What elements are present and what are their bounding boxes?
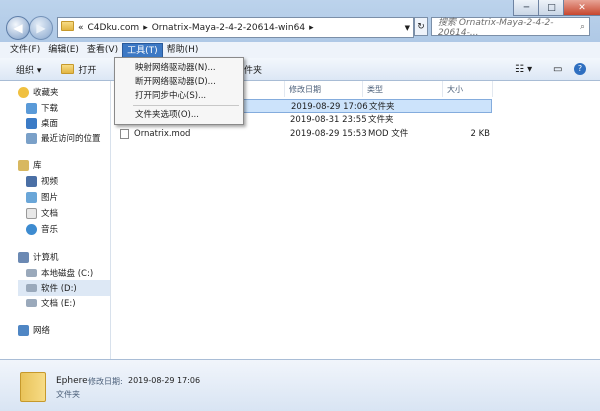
menu-separator bbox=[133, 105, 239, 106]
library-icon bbox=[18, 159, 29, 171]
menu-file[interactable]: 文件(F) bbox=[6, 43, 44, 58]
details-modified-label: 修改日期: bbox=[88, 377, 123, 386]
tools-dropdown-menu: 映射网络驱动器(N)... 断开网络驱动器(D)... 打开同步中心(S)...… bbox=[114, 57, 244, 125]
menu-bar: 文件(F) 编辑(E) 查看(V) 工具(T) 帮助(H) bbox=[0, 42, 600, 58]
menu-help[interactable]: 帮助(H) bbox=[163, 43, 203, 58]
nav-network[interactable]: 网络 bbox=[18, 322, 50, 338]
command-bar: 组织 ▾ 打开 包 件夹 ☷ ▾ ▭ ? bbox=[0, 58, 600, 81]
menu-view[interactable]: 查看(V) bbox=[83, 43, 122, 58]
help-icon[interactable]: ? bbox=[574, 63, 586, 75]
menu-item-folder-options[interactable]: 文件夹选项(O)... bbox=[135, 108, 199, 122]
forward-button[interactable]: ▶ bbox=[29, 16, 53, 40]
document-icon bbox=[26, 207, 37, 219]
refresh-button[interactable]: ↻ bbox=[414, 17, 428, 36]
address-segment-ornatrix[interactable]: Ornatrix-Maya-2-4-2-20614-win64 bbox=[152, 23, 305, 33]
forward-arrow-icon: ▶ bbox=[36, 21, 46, 35]
column-header-date[interactable]: 修改日期 bbox=[285, 81, 363, 97]
preview-pane-icon[interactable]: ▭ bbox=[553, 64, 562, 75]
organize-button[interactable]: 组织 ▾ bbox=[16, 63, 41, 76]
open-icon bbox=[61, 64, 75, 74]
nav-favorites[interactable]: 收藏夹 bbox=[18, 84, 59, 100]
refresh-icon: ↻ bbox=[417, 21, 425, 32]
drive-icon bbox=[26, 284, 37, 292]
nav-libraries[interactable]: 库 bbox=[18, 157, 42, 173]
nav-computer[interactable]: 计算机 bbox=[18, 249, 59, 265]
address-separator[interactable]: ▸ bbox=[309, 23, 314, 33]
large-folder-icon bbox=[20, 372, 46, 402]
network-icon bbox=[18, 324, 29, 336]
video-icon bbox=[26, 175, 37, 187]
address-separator[interactable]: ▸ bbox=[143, 23, 148, 33]
file-type: 文件夹 bbox=[369, 102, 395, 112]
music-icon bbox=[26, 223, 37, 235]
download-icon bbox=[26, 102, 37, 114]
file-row[interactable]: Ornatrix.mod 2019-08-29 15:53 MOD 文件 2 K… bbox=[114, 127, 492, 141]
file-size: 2 KB bbox=[470, 129, 490, 139]
details-pane: Ephere 修改日期: 2019-08-29 17:06 文件夹 bbox=[0, 359, 600, 411]
nav-desktop[interactable]: 桌面 bbox=[26, 115, 58, 131]
nav-drive-e[interactable]: 文档 (E:) bbox=[26, 295, 76, 311]
file-type: MOD 文件 bbox=[368, 129, 409, 139]
nav-documents[interactable]: 文档 bbox=[26, 205, 58, 221]
address-chevrons[interactable]: « bbox=[78, 23, 84, 33]
close-button[interactable]: ✕ bbox=[563, 0, 600, 16]
file-name: Ornatrix.mod bbox=[134, 129, 191, 139]
desktop-icon bbox=[26, 117, 37, 129]
search-placeholder: 搜索 Ornatrix-Maya-2-4-2-20614-... bbox=[438, 18, 554, 38]
computer-icon bbox=[18, 251, 29, 263]
view-options-icon[interactable]: ☷ ▾ bbox=[515, 64, 532, 75]
address-bar[interactable]: « C4Dku.com ▸ Ornatrix-Maya-2-4-2-20614-… bbox=[57, 17, 414, 38]
star-icon bbox=[18, 86, 29, 98]
address-dropdown-icon[interactable]: ▼ bbox=[405, 24, 410, 32]
file-date: 2019-08-31 23:55 bbox=[290, 115, 367, 125]
open-label: 打开 bbox=[78, 65, 97, 76]
nav-drive-d[interactable]: 软件 (D:) bbox=[18, 280, 110, 296]
details-name: Ephere bbox=[56, 376, 88, 386]
minimize-button[interactable]: ─ bbox=[513, 0, 540, 16]
nav-downloads[interactable]: 下载 bbox=[26, 100, 58, 116]
details-modified-value: 2019-08-29 17:06 bbox=[128, 376, 201, 385]
drive-icon bbox=[26, 269, 37, 277]
nav-music[interactable]: 音乐 bbox=[26, 221, 58, 237]
file-icon bbox=[120, 129, 129, 139]
menu-item-map-network-drive[interactable]: 映射网络驱动器(N)... bbox=[135, 61, 216, 75]
explorer-window: ─ □ ✕ ◀ ▶ « C4Dku.com ▸ Ornatrix-Maya-2-… bbox=[0, 0, 600, 411]
maximize-button[interactable]: □ bbox=[538, 0, 565, 16]
navigation-pane: 收藏夹 下载 桌面 最近访问的位置 库 视频 图片 文档 音乐 计算机 本地磁盘… bbox=[0, 81, 111, 359]
column-header-type[interactable]: 类型 bbox=[363, 81, 443, 97]
menu-item-disconnect-network-drive[interactable]: 断开网络驱动器(D)... bbox=[135, 75, 216, 89]
file-type: 文件夹 bbox=[368, 115, 394, 125]
search-icon: ⌕ bbox=[579, 21, 585, 32]
nav-recent[interactable]: 最近访问的位置 bbox=[26, 130, 101, 146]
column-header-size[interactable]: 大小 bbox=[443, 81, 493, 97]
nav-pictures[interactable]: 图片 bbox=[26, 189, 58, 205]
details-type: 文件夹 bbox=[56, 390, 80, 399]
folder-icon bbox=[61, 21, 74, 34]
search-input[interactable]: 搜索 Ornatrix-Maya-2-4-2-20614-... ⌕ bbox=[431, 17, 590, 38]
new-folder-button[interactable]: 件夹 bbox=[244, 63, 262, 76]
recent-places-icon bbox=[26, 132, 37, 144]
open-button[interactable]: 打开 bbox=[61, 63, 96, 76]
content-area: 收藏夹 下载 桌面 最近访问的位置 库 视频 图片 文档 音乐 计算机 本地磁盘… bbox=[0, 81, 600, 359]
back-arrow-icon: ◀ bbox=[13, 21, 23, 35]
menu-edit[interactable]: 编辑(E) bbox=[44, 43, 83, 58]
file-date: 2019-08-29 15:53 bbox=[290, 129, 367, 139]
address-segment-c4dku[interactable]: C4Dku.com bbox=[88, 23, 140, 33]
drive-icon bbox=[26, 299, 37, 307]
menu-tools[interactable]: 工具(T) bbox=[122, 42, 163, 58]
menu-item-open-sync-center[interactable]: 打开同步中心(S)... bbox=[135, 89, 206, 103]
back-button[interactable]: ◀ bbox=[6, 16, 30, 40]
picture-icon bbox=[26, 191, 37, 203]
nav-videos[interactable]: 视频 bbox=[26, 173, 58, 189]
file-date: 2019-08-29 17:06 bbox=[291, 102, 368, 112]
nav-drive-c[interactable]: 本地磁盘 (C:) bbox=[26, 265, 93, 281]
